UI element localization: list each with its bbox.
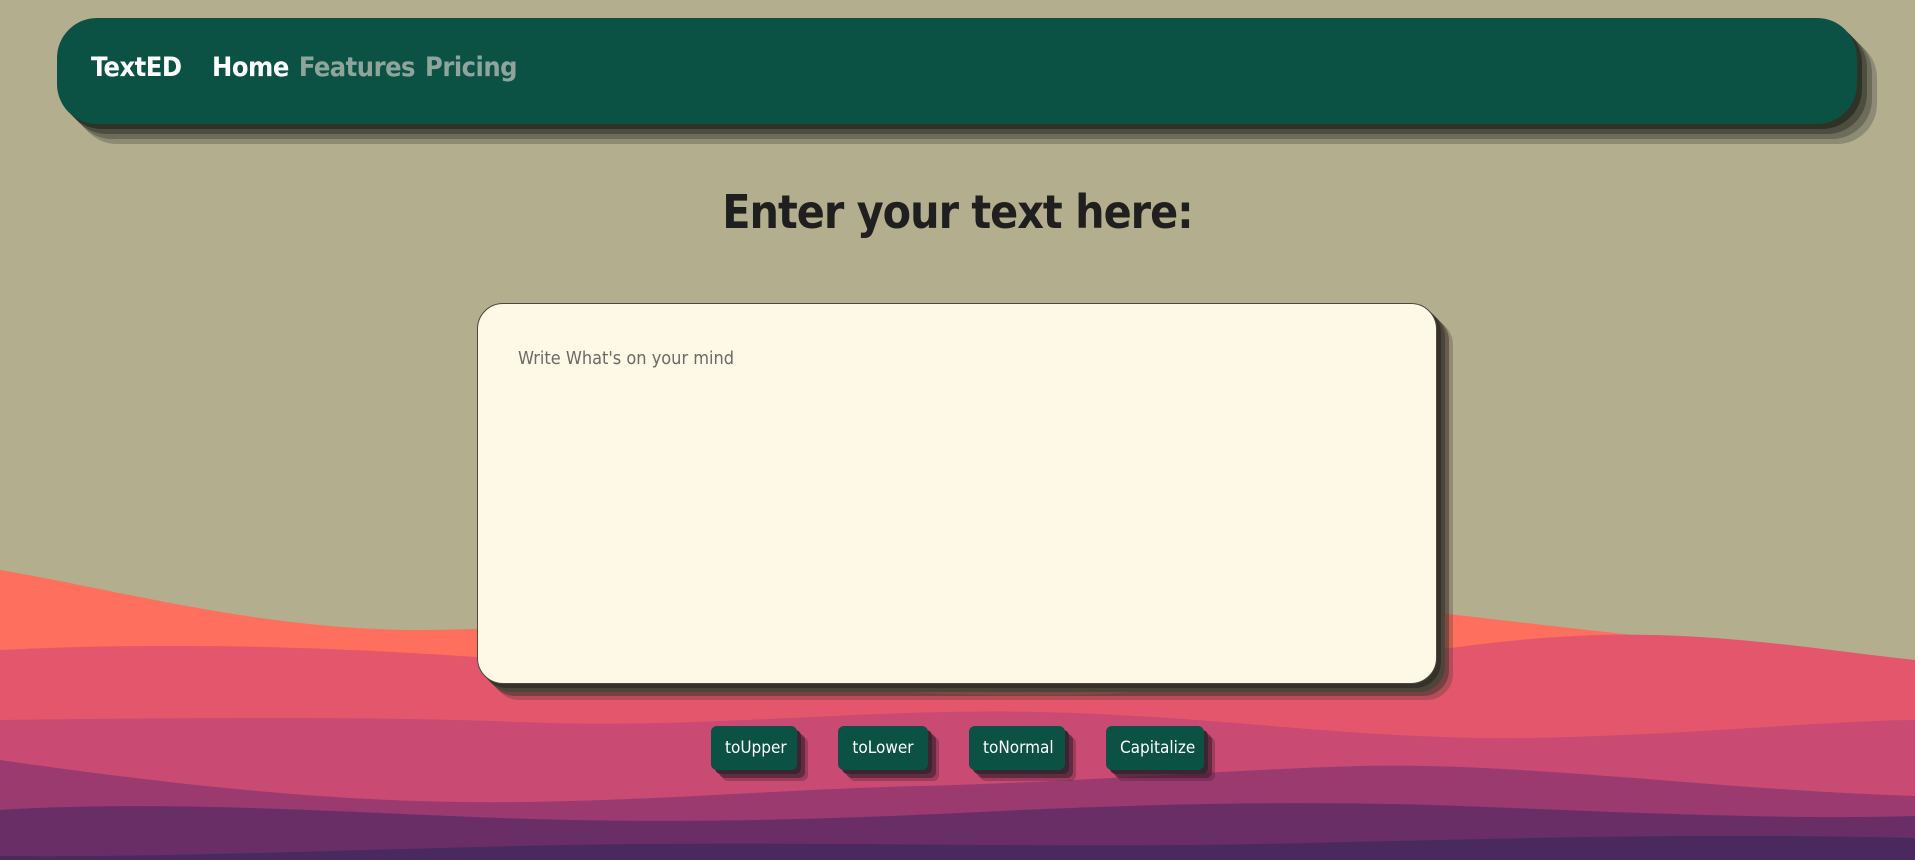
brand-logo[interactable]: TextED (91, 52, 182, 83)
page: TextED Home Features Pricing Enter your … (0, 0, 1915, 860)
to-lower-button[interactable]: toLower (838, 726, 928, 770)
action-buttons: toUpper toLower toNormal Capitalize (0, 726, 1915, 772)
navbar: TextED Home Features Pricing (57, 18, 1857, 124)
to-normal-button[interactable]: toNormal (969, 726, 1065, 770)
nav-item-features[interactable]: Features (299, 52, 416, 83)
text-input[interactable] (477, 303, 1437, 684)
nav-links: Home Features Pricing (212, 52, 518, 83)
to-upper-button[interactable]: toUpper (711, 726, 797, 770)
nav-item-pricing[interactable]: Pricing (425, 52, 518, 83)
capitalize-button[interactable]: Capitalize (1106, 726, 1204, 770)
text-editor-container (477, 303, 1437, 684)
page-heading: Enter your text here: (722, 185, 1193, 239)
nav-item-home[interactable]: Home (212, 52, 289, 83)
